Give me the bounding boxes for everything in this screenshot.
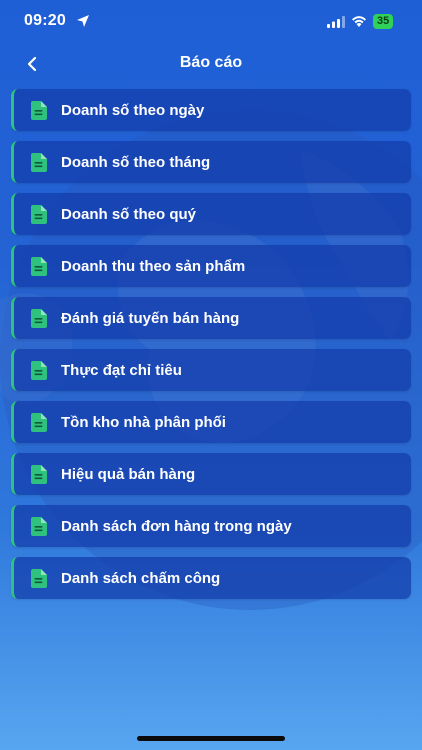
menu-item-label: Hiệu quả bán hàng [61, 465, 196, 483]
location-arrow-icon [77, 15, 89, 27]
document-icon [31, 100, 47, 120]
document-icon [31, 256, 47, 276]
document-icon [31, 516, 47, 536]
report-menu-list: Doanh số theo ngày Doanh số theo tháng D… [11, 89, 411, 609]
menu-item-daily-sales[interactable]: Doanh số theo ngày [11, 89, 411, 131]
document-icon [31, 360, 47, 380]
menu-item-label: Danh sách chấm công [61, 569, 221, 587]
document-icon [31, 308, 47, 328]
menu-item-route-evaluation[interactable]: Đánh giá tuyến bán hàng [11, 297, 411, 339]
menu-item-label: Doanh thu theo sản phẩm [61, 257, 246, 275]
home-indicator[interactable] [137, 736, 285, 741]
status-bar: 09:20 35 [0, 0, 422, 44]
menu-item-monthly-sales[interactable]: Doanh số theo tháng [11, 141, 411, 183]
document-icon [31, 412, 47, 432]
menu-item-target-achievement[interactable]: Thực đạt chỉ tiêu [11, 349, 411, 391]
menu-item-daily-orders[interactable]: Danh sách đơn hàng trong ngày [11, 505, 411, 547]
menu-item-revenue-by-product[interactable]: Doanh thu theo sản phẩm [11, 245, 411, 287]
battery-indicator: 35 [373, 14, 394, 29]
menu-item-label: Doanh số theo quý [61, 205, 196, 223]
menu-item-label: Đánh giá tuyến bán hàng [61, 309, 240, 327]
cellular-signal-icon [327, 16, 345, 28]
menu-item-label: Tồn kho nhà phân phối [61, 413, 226, 431]
wifi-icon [352, 16, 366, 27]
menu-item-label: Doanh số theo tháng [61, 153, 211, 171]
document-icon [31, 464, 47, 484]
document-icon [31, 204, 47, 224]
menu-item-label: Danh sách đơn hàng trong ngày [61, 517, 292, 535]
menu-item-label: Doanh số theo ngày [61, 101, 205, 119]
menu-item-distributor-inventory[interactable]: Tồn kho nhà phân phối [11, 401, 411, 443]
status-time: 09:20 [24, 12, 66, 29]
menu-item-sales-efficiency[interactable]: Hiệu quả bán hàng [11, 453, 411, 495]
menu-item-label: Thực đạt chỉ tiêu [61, 361, 182, 379]
menu-item-quarterly-sales[interactable]: Doanh số theo quý [11, 193, 411, 235]
menu-item-attendance-list[interactable]: Danh sách chấm công [11, 557, 411, 599]
document-icon [31, 152, 47, 172]
page-title: Báo cáo [179, 54, 243, 71]
document-icon [31, 568, 47, 588]
